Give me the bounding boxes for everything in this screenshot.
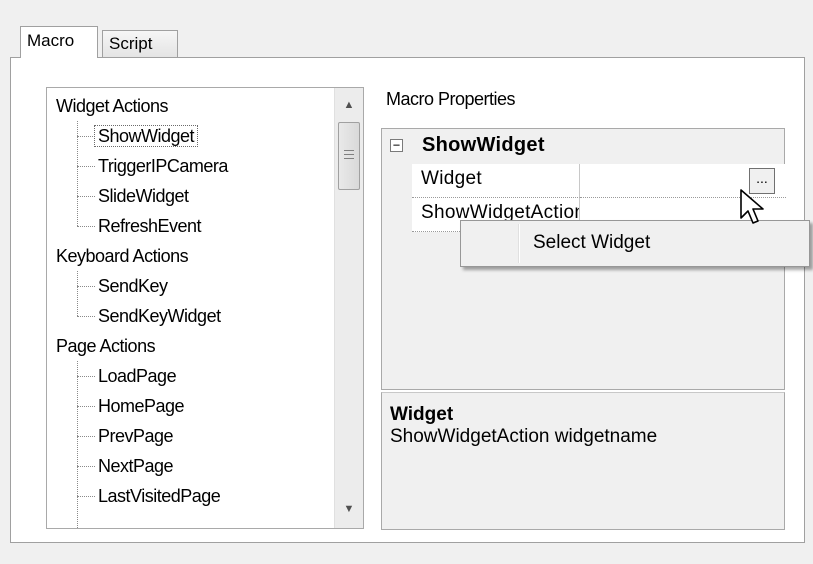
tree-item-refreshevent[interactable]: RefreshEvent [98, 211, 202, 241]
tree-item-triggeripcamera[interactable]: TriggerIPCamera [98, 151, 228, 181]
tree-item-showwidget[interactable]: ShowWidget [94, 121, 199, 151]
tree-line [77, 406, 95, 407]
tab-macro-label: Macro [27, 31, 75, 50]
tree-item-sendkeywidget[interactable]: SendKeyWidget [98, 301, 221, 331]
tree-group-page-actions[interactable]: Page Actions [56, 331, 156, 361]
tree-line [77, 166, 95, 167]
tree-group-widget-actions[interactable]: Widget Actions [56, 91, 169, 121]
tree-item-loadpage[interactable]: LoadPage [98, 361, 177, 391]
category-row-showwidget[interactable]: − ShowWidget [382, 129, 784, 164]
tree-line [77, 466, 95, 467]
tree-item-label: SlideWidget [98, 186, 189, 206]
tree-item-sendkey[interactable]: SendKey [98, 271, 168, 301]
scroll-up-arrow-icon[interactable]: ▲ [335, 92, 363, 118]
tree-item-label: LoadPage [98, 366, 177, 386]
grip-line [344, 158, 354, 159]
description-title: Widget [390, 404, 454, 425]
tree-line [77, 226, 95, 227]
tree-item-label: HomePage [98, 396, 185, 416]
collapse-icon[interactable]: − [390, 139, 403, 152]
tree-item-label: NextPage [98, 456, 174, 476]
scrollbar-thumb[interactable] [338, 122, 360, 190]
tree-vertical-scrollbar[interactable]: ▲ ▼ [334, 88, 363, 528]
tree-line [77, 316, 95, 317]
tree-group-keyboard-actions[interactable]: Keyboard Actions [56, 241, 189, 271]
tree-item-homepage[interactable]: HomePage [98, 391, 185, 421]
tree-item-label: RefreshEvent [98, 216, 202, 236]
menu-icon-column-separator [518, 224, 520, 263]
category-label: ShowWidget [422, 134, 545, 156]
scroll-down-arrow-icon[interactable]: ▼ [335, 496, 363, 522]
tree-line [77, 271, 78, 316]
tree-line [77, 361, 78, 528]
tree-item-lastvisitedpage[interactable]: LastVisitedPage [98, 481, 221, 511]
tree-content: Widget Actions ShowWidget TriggerIPCamer… [47, 88, 337, 528]
tree-item-label: TriggerIPCamera [98, 156, 228, 176]
menu-item-select-widget[interactable]: Select Widget [533, 232, 650, 254]
property-name: Widget [412, 164, 580, 198]
tree-item-label: SendKeyWidget [98, 306, 221, 326]
tree-line [77, 196, 95, 197]
tree-item-nextpage[interactable]: NextPage [98, 451, 174, 481]
tree-line [77, 136, 95, 137]
tab-script[interactable]: Script [102, 30, 178, 58]
tree-line [77, 376, 95, 377]
tree-group-label: Keyboard Actions [56, 246, 189, 266]
tree-item-label: ShowWidget [94, 125, 199, 147]
tree-line [77, 496, 95, 497]
tree-line [77, 436, 95, 437]
description-text: ShowWidgetAction widgetname [390, 426, 658, 447]
tree-item-label: LastVisitedPage [98, 486, 221, 506]
tree-group-label: Page Actions [56, 336, 156, 356]
tree-item-label: PrevPage [98, 426, 174, 446]
tree-item-label: SendKey [98, 276, 168, 296]
property-description-pane: Widget ShowWidgetAction widgetname [381, 392, 785, 530]
macro-properties-title: Macro Properties [386, 89, 516, 109]
tab-script-label: Script [109, 34, 153, 53]
tree-item-slidewidget[interactable]: SlideWidget [98, 181, 189, 211]
tab-macro[interactable]: Macro [20, 26, 98, 58]
tree-line [77, 286, 95, 287]
actions-tree[interactable]: Widget Actions ShowWidget TriggerIPCamer… [46, 87, 364, 529]
mouse-pointer-icon [740, 189, 764, 224]
tree-group-label: Widget Actions [56, 96, 169, 116]
tree-item-prevpage[interactable]: PrevPage [98, 421, 174, 451]
grip-line [344, 150, 354, 151]
property-row-widget[interactable]: Widget ... [412, 164, 786, 198]
grip-line [344, 154, 354, 155]
